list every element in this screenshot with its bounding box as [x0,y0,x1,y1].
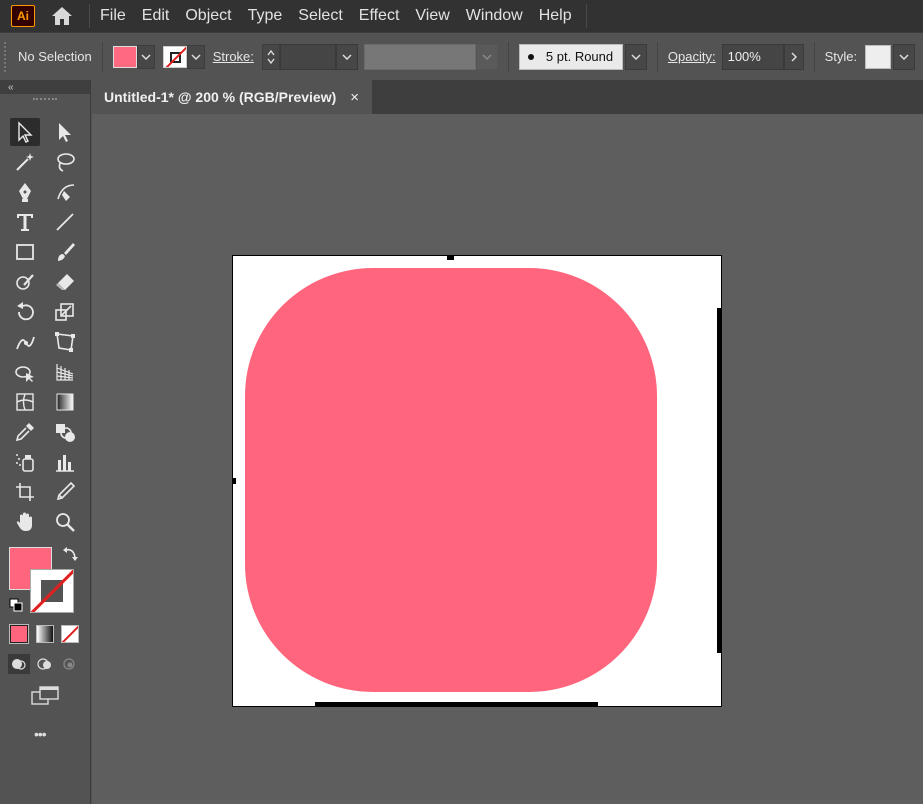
divider [507,41,509,72]
brush-label: 5 pt. Round [545,49,614,64]
zoom-tool-icon[interactable] [50,508,80,536]
stroke-weight-chevron-icon[interactable] [335,43,358,70]
panel-grip[interactable] [33,98,57,102]
stroke-weight-input[interactable] [279,43,336,70]
eraser-tool-icon[interactable] [50,268,80,296]
menu-bar: Ai File Edit Object Type Select Effect V… [0,0,923,32]
style-chevron-icon[interactable] [893,43,916,70]
type-tool-icon[interactable] [10,208,40,236]
opacity-chevron-right-icon[interactable] [783,43,804,70]
document-tab[interactable]: Untitled-1* @ 200 % (RGB/Preview) × [92,80,372,114]
fill-color-swatch[interactable] [112,45,137,68]
tools-panel: « ••• [0,80,91,804]
swap-fill-stroke-icon[interactable] [62,546,78,562]
control-bar: No Selection Stroke: 5 pt. Round Opacity… [0,32,923,80]
stroke-label[interactable]: Stroke: [213,49,254,64]
paintbrush-tool-icon[interactable] [50,238,80,266]
document-tab-title: Untitled-1* @ 200 % (RGB/Preview) [104,89,337,105]
screen-mode-icon[interactable] [30,684,60,708]
app-logo: Ai [11,5,35,27]
symbol-sprayer-tool-icon[interactable] [10,448,40,476]
graphic-style-swatch[interactable] [865,44,892,69]
gradient-mode-button[interactable] [36,625,54,643]
tools-collapse[interactable]: « [0,80,90,94]
draw-inside-icon[interactable] [58,654,80,674]
lasso-tool-icon[interactable] [50,148,80,176]
variable-width-profile[interactable] [363,43,476,70]
line-segment-tool-icon[interactable] [50,208,80,236]
canvas[interactable] [92,114,923,804]
panel-grip[interactable] [4,41,8,72]
menu-file[interactable]: File [100,0,134,32]
opacity-input[interactable]: 100% [721,43,784,70]
gradient-tool-icon[interactable] [50,388,80,416]
eyedropper-tool-icon[interactable] [10,418,40,446]
menu-type[interactable]: Type [240,0,291,32]
none-slash-icon [163,46,186,67]
close-tab-icon[interactable]: × [350,89,359,106]
stroke-swatch[interactable] [30,569,74,613]
stroke-dropdown-chevron-icon[interactable] [186,44,205,69]
divider [101,41,103,72]
free-transform-tool-icon[interactable] [50,328,80,356]
puppet-warp-tool-icon[interactable] [10,328,40,356]
none-slash-icon [31,570,73,612]
menu-view[interactable]: View [407,0,457,32]
direct-selection-tool-icon[interactable] [50,118,80,146]
curvature-tool-icon[interactable] [50,178,80,206]
home-icon[interactable] [47,2,77,30]
menu-effect[interactable]: Effect [351,0,408,32]
rotate-tool-icon[interactable] [10,298,40,326]
column-graph-tool-icon[interactable] [50,448,80,476]
slice-tool-icon[interactable] [50,478,80,506]
collapse-icon[interactable]: « [8,82,14,93]
stroke-weight-spinner[interactable] [261,43,280,70]
divider [656,41,658,72]
shape-builder-tool-icon[interactable] [10,358,40,386]
menu-edit[interactable]: Edit [134,0,178,32]
color-mode-button[interactable] [9,624,29,644]
fill-dropdown-chevron-icon[interactable] [136,44,155,69]
rectangle-tool-icon[interactable] [10,238,40,266]
mesh-tool-icon[interactable] [10,388,40,416]
brush-chevron-icon[interactable] [624,43,647,70]
brush-dot-icon [527,53,534,60]
menu-divider [585,4,587,28]
stroke-color-swatch[interactable] [162,45,187,68]
menu-help[interactable]: Help [531,0,580,32]
divider [813,41,815,72]
scale-tool-icon[interactable] [50,298,80,326]
rounded-rectangle-shape[interactable] [245,268,657,692]
default-fill-stroke-icon[interactable] [9,598,23,612]
menu-select[interactable]: Select [290,0,350,32]
artboard-tool-icon[interactable] [10,478,40,506]
selection-tool-icon[interactable] [10,118,40,146]
shaper-tool-icon[interactable] [10,268,40,296]
draw-normal-icon[interactable] [8,654,30,674]
profile-chevron-icon[interactable] [475,43,498,70]
magic-wand-tool-icon[interactable] [10,148,40,176]
artboard-edge-mark [233,478,236,484]
artboard-edge-mark [447,256,454,260]
perspective-grid-tool-icon[interactable] [50,358,80,386]
menu-object[interactable]: Object [177,0,239,32]
edit-toolbar-button[interactable]: ••• [34,726,47,742]
hand-tool-icon[interactable] [10,508,40,536]
blend-tool-icon[interactable] [50,418,80,446]
brush-definition[interactable]: 5 pt. Round [518,43,623,70]
pen-tool-icon[interactable] [10,178,40,206]
vertical-stroke-bar[interactable] [717,308,721,653]
menu-divider [89,4,90,28]
document-tab-strip: Untitled-1* @ 200 % (RGB/Preview) × [92,80,923,114]
none-slash-icon [62,626,78,642]
draw-behind-icon[interactable] [34,654,56,674]
horizontal-stroke-bar[interactable] [315,702,598,707]
selection-status: No Selection [18,49,92,64]
opacity-label[interactable]: Opacity: [668,49,716,64]
menu-window[interactable]: Window [458,0,531,32]
none-mode-button[interactable] [61,625,79,643]
artboard[interactable] [232,255,722,707]
style-label: Style: [824,49,858,64]
